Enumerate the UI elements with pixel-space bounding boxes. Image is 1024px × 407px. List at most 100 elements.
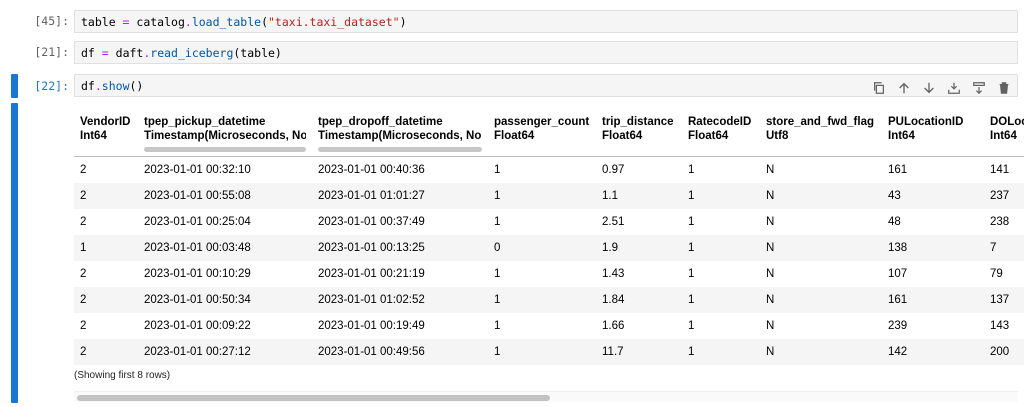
table-cell: 2023-01-01 00:49:56 — [318, 345, 425, 358]
header-scrollbar[interactable] — [144, 146, 306, 152]
table-cell: 2023-01-01 00:27:12 — [144, 345, 251, 358]
table-row: 2 2023-01-01 00:09:22 2023-01-01 00:19:49 1… — [74, 313, 1024, 339]
table-cell: 1 — [494, 319, 501, 332]
table-cell: 1.9 — [602, 241, 618, 254]
table-cell: N — [766, 293, 775, 306]
horizontal-scrollbar[interactable] — [74, 391, 1018, 402]
column-header: DOLocationIDInt64 — [990, 116, 1024, 142]
code-token: show — [101, 79, 130, 93]
insert-above-icon[interactable] — [946, 80, 962, 96]
table-cell: 200 — [990, 345, 1010, 358]
table-cell: 2023-01-01 00:55:08 — [144, 189, 251, 202]
table-cell: 0.97 — [602, 163, 625, 176]
table-row: 2 2023-01-01 00:32:10 2023-01-01 00:40:36 1… — [74, 156, 1024, 183]
table-row: 2 2023-01-01 00:25:04 2023-01-01 00:37:49 1… — [74, 209, 1024, 235]
dataframe-table: VendorID Int64 tpep_pickup_datetime Timest… — [74, 106, 1024, 365]
table-cell: 2023-01-01 01:02:52 — [318, 293, 425, 306]
table-cell: 2 — [80, 267, 87, 280]
code-token: daft — [108, 46, 144, 60]
table-cell: 1 — [688, 319, 695, 332]
code-token: ( — [261, 15, 268, 29]
cell-prompt: [45]: — [34, 14, 69, 28]
table-cell: 1 — [80, 241, 87, 254]
table-cell: 1 — [688, 345, 695, 358]
table-cell: 2023-01-01 00:13:25 — [318, 241, 425, 254]
code-token: . — [94, 79, 102, 93]
arrow-up-icon[interactable] — [896, 80, 912, 96]
insert-below-icon[interactable] — [971, 80, 987, 96]
table-cell: 237 — [990, 189, 1010, 202]
table-cell: N — [766, 319, 775, 332]
code-token: = — [101, 46, 109, 60]
table-cell: 2 — [80, 319, 87, 332]
table-cell: 2023-01-01 00:09:22 — [144, 319, 251, 332]
table-cell: 7 — [990, 241, 997, 254]
table-cell: 1 — [688, 293, 695, 306]
code-token: catalog — [129, 15, 185, 29]
arrow-down-icon[interactable] — [921, 80, 937, 96]
table-cell: 1 — [494, 345, 501, 358]
table-cell: 2023-01-01 00:37:49 — [318, 215, 425, 228]
table-cell: N — [766, 345, 775, 358]
table-cell: 2 — [80, 163, 87, 176]
table-cell: 2023-01-01 00:50:34 — [144, 293, 251, 306]
table-cell: 1 — [688, 241, 695, 254]
table-cell: 138 — [888, 241, 908, 254]
table-cell: 142 — [888, 345, 908, 358]
table-cell: 2 — [80, 215, 87, 228]
table-cell: 1 — [494, 267, 501, 280]
code-token: load_table — [191, 15, 262, 29]
code-editor[interactable]: df = daft.read_iceberg(table) — [74, 41, 1018, 64]
table-cell: 2023-01-01 00:03:48 — [144, 241, 251, 254]
table-cell: 107 — [888, 267, 908, 280]
code-token: df — [81, 46, 102, 60]
code-token: ) — [399, 15, 407, 29]
cell-prompt: [21]: — [34, 45, 69, 59]
code-token: (table) — [233, 46, 282, 60]
code-token: . — [184, 15, 192, 29]
table-cell: 1 — [494, 163, 501, 176]
header-scrollbar[interactable] — [318, 146, 482, 152]
code-token: read_iceberg — [150, 46, 234, 60]
code-cell-1[interactable]: [45]: table = catalog.load_table("taxi.t… — [0, 10, 1024, 34]
table-cell: 79 — [990, 267, 1003, 280]
table-cell: 238 — [990, 215, 1010, 228]
table-cell: 1 — [688, 267, 695, 280]
trash-icon[interactable] — [996, 80, 1012, 96]
column-header: PULocationID Int64 — [888, 116, 964, 142]
table-row: 2 2023-01-01 00:50:34 2023-01-01 01:02:52 1… — [74, 286, 1024, 313]
table-cell: 2023-01-01 00:40:36 — [318, 163, 425, 176]
table-cell: 11.7 — [602, 345, 624, 358]
table-row: 1 2023-01-01 00:03:48 2023-01-01 00:13:25 0… — [74, 234, 1024, 261]
code-editor[interactable]: table = catalog.load_table("taxi.taxi_da… — [74, 10, 1018, 33]
table-cell: 1 — [494, 189, 501, 202]
table-cell: 143 — [990, 319, 1010, 332]
rows-shown-note: (Showing first 8 rows) — [74, 370, 171, 381]
table-cell: 161 — [888, 293, 908, 306]
code-token: () — [129, 79, 144, 93]
output-collapse-bar[interactable] — [11, 103, 18, 403]
table-cell: 2023-01-01 00:21:19 — [318, 267, 425, 280]
column-header: tpep_pickup_datetime Timestamp(Microsecon… — [138, 106, 312, 156]
table-cell: 2 — [80, 189, 87, 202]
scrollbar-thumb[interactable] — [77, 395, 550, 401]
column-header: store_and_fwd_flag Utf8 — [766, 116, 874, 142]
code-cell-2[interactable]: [21]: df = daft.read_iceberg(table) — [0, 41, 1024, 65]
table-cell: 161 — [888, 163, 908, 176]
table-cell: 1 — [688, 163, 695, 176]
table-cell: 141 — [990, 163, 1010, 176]
table-cell: 0 — [494, 241, 501, 254]
table-cell: 1 — [688, 189, 695, 202]
table-header-row: VendorID Int64 tpep_pickup_datetime Timest… — [74, 106, 1024, 156]
copy-icon[interactable] — [871, 80, 887, 96]
code-token: table — [81, 15, 123, 29]
code-token: "taxi.taxi_dataset" — [268, 15, 400, 29]
table-cell: N — [766, 241, 775, 254]
column-header: passenger_count Float64 — [494, 116, 590, 142]
table-cell: 137 — [990, 293, 1010, 306]
table-cell: N — [766, 267, 775, 280]
table-cell: 43 — [888, 189, 901, 202]
column-header: VendorID Int64 — [80, 116, 131, 142]
table-cell: 2023-01-01 00:19:49 — [318, 319, 425, 332]
cell-prompt: [22]: — [34, 79, 69, 93]
